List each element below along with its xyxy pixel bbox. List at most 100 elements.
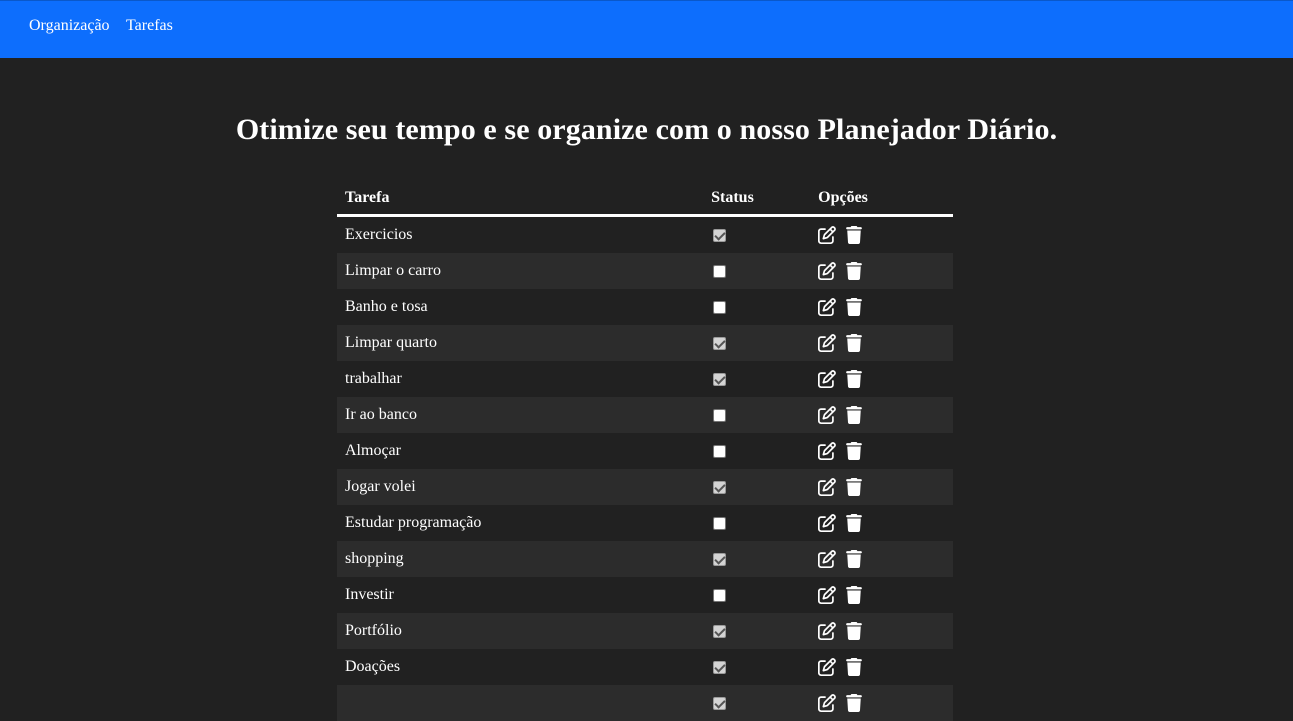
status-cell <box>703 361 810 397</box>
options-cell <box>810 613 953 649</box>
task-name-cell: Limpar quarto <box>337 325 703 361</box>
edit-icon[interactable] <box>818 370 836 388</box>
table-row: Limpar o carro <box>337 253 953 289</box>
options-cell <box>810 361 953 397</box>
table-row: Ir ao banco <box>337 397 953 433</box>
edit-icon[interactable] <box>818 478 836 496</box>
options-cell <box>810 325 953 361</box>
edit-icon[interactable] <box>818 658 836 676</box>
table-row: Estudar programação <box>337 505 953 541</box>
task-name-cell: Banho e tosa <box>337 289 703 325</box>
edit-icon[interactable] <box>818 226 836 244</box>
status-checkbox[interactable] <box>713 481 726 494</box>
status-checkbox[interactable] <box>713 589 726 602</box>
status-checkbox[interactable] <box>713 697 726 710</box>
status-checkbox[interactable] <box>713 409 726 422</box>
trash-icon[interactable] <box>846 370 864 388</box>
options-cell <box>810 685 953 721</box>
page-title: Otimize seu tempo e se organize com o no… <box>0 113 1293 147</box>
status-cell <box>703 397 810 433</box>
table-row: Limpar quarto <box>337 325 953 361</box>
status-checkbox[interactable] <box>713 229 726 242</box>
trash-icon[interactable] <box>846 550 864 568</box>
task-name-cell: Exercicios <box>337 216 703 254</box>
status-cell <box>703 253 810 289</box>
edit-icon[interactable] <box>818 406 836 424</box>
edit-icon[interactable] <box>818 586 836 604</box>
table-header-row: Tarefa Status Opções <box>337 181 953 216</box>
options-cell <box>810 397 953 433</box>
header-status: Status <box>703 181 810 216</box>
options-cell <box>810 505 953 541</box>
edit-icon[interactable] <box>818 298 836 316</box>
status-checkbox[interactable] <box>713 517 726 530</box>
table-row: Exercicios <box>337 216 953 254</box>
trash-icon[interactable] <box>846 226 864 244</box>
edit-icon[interactable] <box>818 334 836 352</box>
status-cell <box>703 505 810 541</box>
trash-icon[interactable] <box>846 334 864 352</box>
status-checkbox[interactable] <box>713 265 726 278</box>
header-options: Opções <box>810 181 953 216</box>
status-cell <box>703 469 810 505</box>
table-row: Doações <box>337 649 953 685</box>
status-checkbox[interactable] <box>713 553 726 566</box>
status-cell <box>703 325 810 361</box>
task-name-cell: trabalhar <box>337 361 703 397</box>
options-cell <box>810 469 953 505</box>
status-cell <box>703 649 810 685</box>
nav-link-organizacao[interactable]: Organização <box>29 17 110 35</box>
table-row: Investir <box>337 577 953 613</box>
table-row: Jogar volei <box>337 469 953 505</box>
table-row: shopping <box>337 541 953 577</box>
edit-icon[interactable] <box>818 442 836 460</box>
status-cell <box>703 433 810 469</box>
edit-icon[interactable] <box>818 262 836 280</box>
edit-icon[interactable] <box>818 622 836 640</box>
table-row: Banho e tosa <box>337 289 953 325</box>
nav-link-tarefas[interactable]: Tarefas <box>126 17 173 35</box>
top-navbar: Organização Tarefas <box>0 0 1293 58</box>
edit-icon[interactable] <box>818 550 836 568</box>
status-cell <box>703 216 810 254</box>
status-cell <box>703 613 810 649</box>
status-checkbox[interactable] <box>713 445 726 458</box>
task-name-cell <box>337 685 703 721</box>
options-cell <box>810 216 953 254</box>
status-cell <box>703 577 810 613</box>
trash-icon[interactable] <box>846 478 864 496</box>
trash-icon[interactable] <box>846 298 864 316</box>
task-name-cell: Ir ao banco <box>337 397 703 433</box>
table-row: Portfólio <box>337 613 953 649</box>
task-name-cell: Portfólio <box>337 613 703 649</box>
trash-icon[interactable] <box>846 262 864 280</box>
trash-icon[interactable] <box>846 658 864 676</box>
table-row: Almoçar <box>337 433 953 469</box>
status-cell <box>703 685 810 721</box>
trash-icon[interactable] <box>846 514 864 532</box>
options-cell <box>810 253 953 289</box>
status-checkbox[interactable] <box>713 337 726 350</box>
status-checkbox[interactable] <box>713 661 726 674</box>
task-name-cell: shopping <box>337 541 703 577</box>
trash-icon[interactable] <box>846 622 864 640</box>
options-cell <box>810 541 953 577</box>
trash-icon[interactable] <box>846 442 864 460</box>
options-cell <box>810 289 953 325</box>
trash-icon[interactable] <box>846 586 864 604</box>
status-checkbox[interactable] <box>713 373 726 386</box>
table-row <box>337 685 953 721</box>
status-checkbox[interactable] <box>713 301 726 314</box>
status-cell <box>703 541 810 577</box>
trash-icon[interactable] <box>846 406 864 424</box>
edit-icon[interactable] <box>818 514 836 532</box>
tasks-table-body: ExerciciosLimpar o carroBanho e tosaLimp… <box>337 216 953 721</box>
task-name-cell: Investir <box>337 577 703 613</box>
task-name-cell: Almoçar <box>337 433 703 469</box>
status-checkbox[interactable] <box>713 625 726 638</box>
options-cell <box>810 577 953 613</box>
task-name-cell: Doações <box>337 649 703 685</box>
options-cell <box>810 649 953 685</box>
tasks-table: Tarefa Status Opções ExerciciosLimpar o … <box>337 181 953 721</box>
task-name-cell: Jogar volei <box>337 469 703 505</box>
